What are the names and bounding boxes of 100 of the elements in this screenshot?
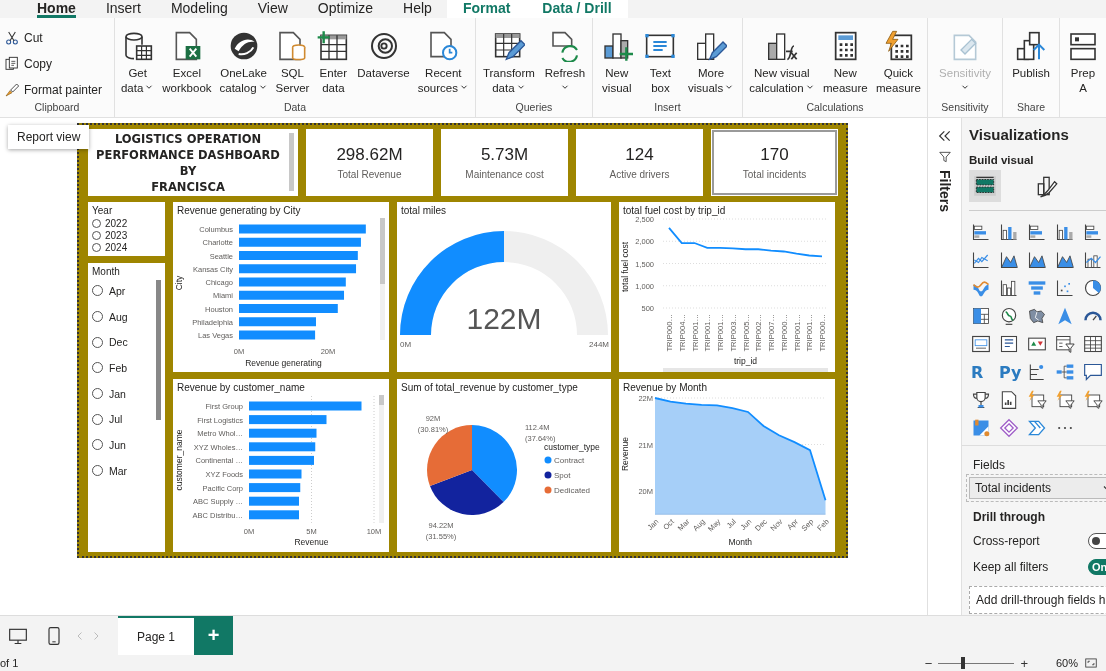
- ribbon-button[interactable]: Refresh: [543, 30, 587, 96]
- filters-label[interactable]: Filters: [936, 170, 953, 212]
- kpi-card[interactable]: 5.73M Maintenance cost: [441, 129, 568, 196]
- scatter-chart-icon[interactable]: [1055, 278, 1075, 298]
- radio-option[interactable]: Dec: [92, 329, 128, 356]
- zoom-out-button[interactable]: −: [924, 655, 933, 671]
- panel-icon: [1067, 30, 1099, 62]
- drop-zone[interactable]: Add drill-through fields h: [969, 586, 1106, 614]
- lightning-filter-icon[interactable]: [1083, 390, 1103, 410]
- column-chart-icon[interactable]: [999, 222, 1019, 242]
- filled-map-icon[interactable]: [1027, 306, 1047, 326]
- pane-tab[interactable]: [969, 170, 1001, 202]
- chart-title: Sum of total_revenue by customer_type: [400, 381, 579, 394]
- ribbon-button[interactable]: SQL Server: [274, 30, 311, 96]
- fit-page-icon[interactable]: [1084, 656, 1098, 670]
- radio-option[interactable]: 2022: [92, 217, 128, 229]
- ribbon-tab[interactable]: View: [242, 0, 303, 18]
- axis-title: City: [174, 275, 184, 291]
- treemap-icon[interactable]: [971, 306, 991, 326]
- radio-option[interactable]: 2024: [92, 241, 128, 253]
- ribbon-button[interactable]: Copy: [2, 54, 54, 74]
- filter-table-icon[interactable]: [1055, 334, 1075, 354]
- column-chart-icon[interactable]: [1055, 222, 1075, 242]
- clock-document-icon: [427, 30, 460, 62]
- diamond-icon[interactable]: [999, 418, 1019, 438]
- ribbon-tab[interactable]: Insert: [90, 0, 156, 18]
- ribbon-tab[interactable]: Format: [446, 0, 527, 18]
- hierarchy-icon[interactable]: [1055, 362, 1075, 382]
- pie-chart-icon[interactable]: [1083, 278, 1103, 298]
- ribbon-button[interactable]: Get data: [119, 30, 156, 96]
- ribbon-button[interactable]: Recent sources: [416, 30, 470, 96]
- ribbon-button[interactable]: Text box: [643, 30, 678, 96]
- radio-option[interactable]: Apr: [92, 278, 126, 304]
- lightning-filter-icon[interactable]: [1055, 390, 1075, 410]
- area-chart-icon[interactable]: [999, 250, 1019, 270]
- scrollbar[interactable]: [663, 368, 828, 372]
- ribbon-button[interactable]: More visuals: [687, 30, 736, 96]
- radio-option[interactable]: Jul: [92, 406, 123, 433]
- bar-chart-icon[interactable]: [1027, 222, 1047, 242]
- list-icon[interactable]: [999, 334, 1019, 354]
- combo-chart-icon[interactable]: [1083, 250, 1103, 270]
- table-icon[interactable]: [1083, 334, 1103, 354]
- zoom-in-button[interactable]: +: [1020, 655, 1028, 671]
- ribbon-button[interactable]: Dataverse: [356, 30, 411, 81]
- scrollbar[interactable]: [156, 280, 161, 420]
- field-dropdown[interactable]: Total incidents: [969, 477, 1106, 499]
- ribbon-tab[interactable]: Optimize: [302, 0, 389, 18]
- ribbon-tab[interactable]: Home: [22, 0, 91, 18]
- radio-option[interactable]: Feb: [92, 355, 128, 381]
- section-title: Drill through: [973, 509, 1046, 526]
- group-label: Calculations: [806, 101, 864, 115]
- funnel-icon[interactable]: [1027, 278, 1047, 298]
- ribbon-chart-icon[interactable]: [971, 278, 991, 298]
- globe-icon[interactable]: [999, 306, 1019, 326]
- ribbon-button[interactable]: Enter data: [316, 30, 351, 96]
- area-chart-icon[interactable]: [1055, 250, 1075, 270]
- ribbon-tab[interactable]: Data / Drill: [526, 0, 628, 18]
- double-chevron-icon[interactable]: [936, 128, 953, 144]
- ribbon-button[interactable]: Prep A: [1066, 30, 1100, 96]
- chevron-icon[interactable]: [1027, 418, 1047, 438]
- document-chart-icon[interactable]: [999, 390, 1019, 410]
- area-chart-icon[interactable]: [1027, 250, 1047, 270]
- add-page-button[interactable]: +: [194, 616, 233, 655]
- ribbon-button[interactable]: New measure: [821, 30, 869, 96]
- ribbon-button[interactable]: Transform data: [481, 30, 536, 96]
- radio-option[interactable]: Aug: [92, 303, 128, 330]
- radio-option[interactable]: Jun: [92, 432, 126, 458]
- bar-chart-icon[interactable]: [971, 222, 991, 242]
- ribbon-button[interactable]: Quick measure: [875, 30, 922, 96]
- ribbon-button[interactable]: New visual calculation: [748, 30, 816, 96]
- card-icon[interactable]: [971, 334, 991, 354]
- scrollbar[interactable]: [380, 218, 385, 340]
- lightning-filter-icon[interactable]: [1027, 390, 1047, 410]
- scrollbar[interactable]: [289, 133, 294, 191]
- slider-thumb[interactable]: [960, 657, 965, 669]
- ribbon-button[interactable]: New visual: [599, 30, 634, 96]
- ribbon-button[interactable]: Format painter: [2, 79, 105, 100]
- waterfall-chart-icon[interactable]: [999, 278, 1019, 298]
- speech-bubble-icon[interactable]: [1083, 362, 1103, 382]
- scrollbar[interactable]: [379, 395, 384, 523]
- ribbon-button[interactable]: OneLake catalog: [218, 30, 269, 96]
- ribbon-button[interactable]: Excel workbook: [161, 30, 213, 96]
- radio-option[interactable]: 2023: [92, 229, 128, 241]
- radio-option[interactable]: Mar: [92, 457, 128, 484]
- ribbon-button[interactable]: Cut: [2, 28, 45, 49]
- legend-label: Dedicated: [554, 486, 591, 495]
- ribbon-tab[interactable]: Help: [388, 0, 447, 18]
- ribbon-button[interactable]: Publish: [1011, 30, 1051, 81]
- apps-icon[interactable]: [971, 418, 991, 438]
- kpi-card[interactable]: 170 Total incidents: [711, 129, 838, 196]
- kpi-card[interactable]: 124 Active drivers: [576, 129, 703, 196]
- bar-chart-icon[interactable]: [1083, 222, 1103, 242]
- page-tab[interactable]: Page 1: [118, 616, 194, 655]
- line-chart-icon[interactable]: [971, 250, 991, 270]
- tree-chart-icon[interactable]: [1027, 362, 1047, 382]
- toggle-switch[interactable]: On: [1088, 559, 1106, 575]
- kpi-card[interactable]: 298.62M Total Revenue: [306, 129, 433, 196]
- trophy-icon[interactable]: [971, 390, 991, 410]
- radio-option[interactable]: Jan: [92, 380, 126, 407]
- ribbon-tab[interactable]: Modeling: [155, 0, 243, 18]
